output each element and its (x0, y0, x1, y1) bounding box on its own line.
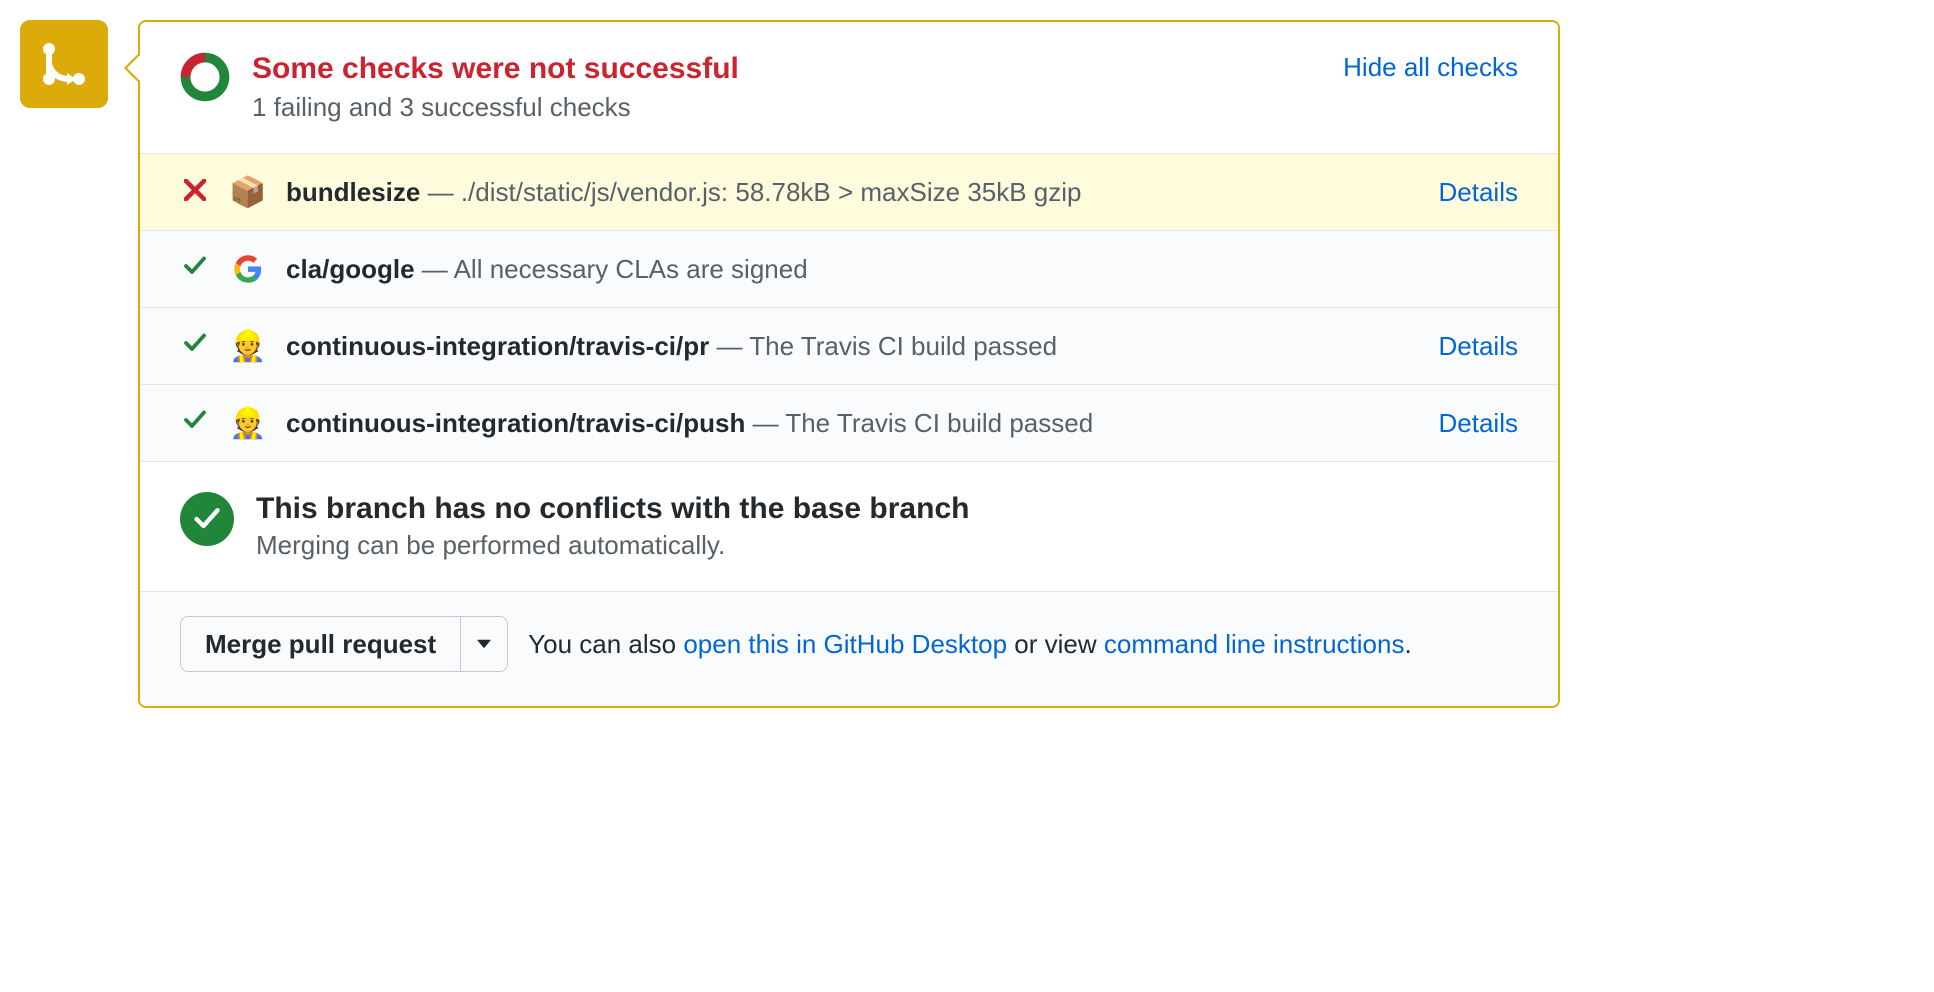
check-icon (180, 408, 210, 439)
travis-icon: 👷 (230, 405, 266, 441)
checks-header: Some checks were not successful 1 failin… (140, 22, 1558, 154)
check-row: 📦 bundlesize — ./dist/static/js/vendor.j… (140, 154, 1558, 231)
hide-all-checks-link[interactable]: Hide all checks (1343, 52, 1518, 83)
check-name: continuous-integration/travis-ci/push (286, 408, 745, 438)
check-description: The Travis CI build passed (749, 331, 1057, 361)
merge-panel: Some checks were not successful 1 failin… (138, 20, 1560, 708)
merge-subtitle: Merging can be performed automatically. (256, 530, 1518, 561)
merge-dropdown-button[interactable] (461, 616, 508, 672)
check-icon (180, 331, 210, 362)
git-merge-icon (40, 40, 88, 88)
merge-pull-request-button[interactable]: Merge pull request (180, 616, 461, 672)
merge-title: This branch has no conflicts with the ba… (256, 492, 1518, 526)
open-desktop-link[interactable]: open this in GitHub Desktop (683, 629, 1007, 659)
travis-icon: 👷 (230, 328, 266, 364)
checks-subtitle: 1 failing and 3 successful checks (252, 92, 1321, 123)
check-row: cla/google — All necessary CLAs are sign… (140, 231, 1558, 308)
check-description: The Travis CI build passed (785, 408, 1093, 438)
merge-hint: You can also open this in GitHub Desktop… (528, 629, 1412, 660)
cli-instructions-link[interactable]: command line instructions (1104, 629, 1405, 659)
check-row: 👷 continuous-integration/travis-ci/pr — … (140, 308, 1558, 385)
google-icon (230, 251, 266, 287)
x-icon (180, 177, 210, 208)
check-description: All necessary CLAs are signed (454, 254, 808, 284)
check-details-link[interactable]: Details (1439, 408, 1518, 439)
check-circle-icon (180, 492, 234, 546)
check-row: 👷 continuous-integration/travis-ci/push … (140, 385, 1558, 462)
merge-badge (20, 20, 108, 108)
check-details-link[interactable]: Details (1439, 331, 1518, 362)
checks-title: Some checks were not successful (252, 52, 1321, 86)
merge-footer: Merge pull request You can also open thi… (140, 592, 1558, 706)
check-name: continuous-integration/travis-ci/pr (286, 331, 709, 361)
caret-down-icon (477, 639, 491, 649)
check-name: cla/google (286, 254, 415, 284)
package-icon: 📦 (230, 174, 266, 210)
check-icon (180, 254, 210, 285)
status-donut-icon (180, 52, 230, 107)
check-description: ./dist/static/js/vendor.js: 58.78kB > ma… (461, 177, 1082, 207)
check-details-link[interactable]: Details (1439, 177, 1518, 208)
merge-status: This branch has no conflicts with the ba… (140, 462, 1558, 592)
check-name: bundlesize (286, 177, 420, 207)
